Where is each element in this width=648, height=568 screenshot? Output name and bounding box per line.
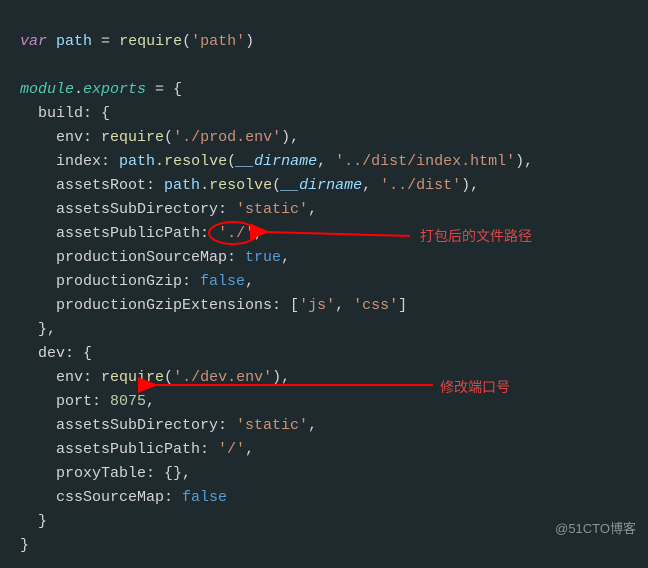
line: env: require('./dev.env'), [20,369,290,386]
var-path: path [56,33,92,50]
keyword-var: var [20,33,47,50]
exports: exports [83,81,146,98]
assets-public-path-value: './' [218,225,254,242]
line: assetsPublicPath: '/', [20,441,254,458]
line: var path = require('path') [20,33,254,50]
line: } [20,537,29,554]
line: port: 8075, [20,393,155,410]
line: dev: { [20,345,92,362]
line: productionSourceMap: true, [20,249,290,266]
code-block: var path = require('path') module.export… [0,0,648,568]
annotation-port: 修改端口号 [440,376,510,398]
line: proxyTable: {}, [20,465,191,482]
module: module [20,81,74,98]
line: assetsRoot: path.resolve(__dirname, '../… [20,177,479,194]
line: assetsPublicPath: './', [20,225,263,242]
line: assetsSubDirectory: 'static', [20,201,317,218]
line: }, [20,321,56,338]
line: module.exports = { [20,81,182,98]
line: cssSourceMap: false [20,489,227,506]
line: build: { [20,105,110,122]
watermark: @51CTO博客 [555,519,636,540]
annotation-build-path: 打包后的文件路径 [420,225,532,247]
fn-require: require [119,33,182,50]
line: env: require('./prod.env'), [20,129,299,146]
line: index: path.resolve(__dirname, '../dist/… [20,153,533,170]
line: assetsSubDirectory: 'static', [20,417,317,434]
line: } [20,513,47,530]
port-value: 8075 [110,393,146,410]
line: productionGzipExtensions: ['js', 'css'] [20,297,407,314]
line: productionGzip: false, [20,273,254,290]
